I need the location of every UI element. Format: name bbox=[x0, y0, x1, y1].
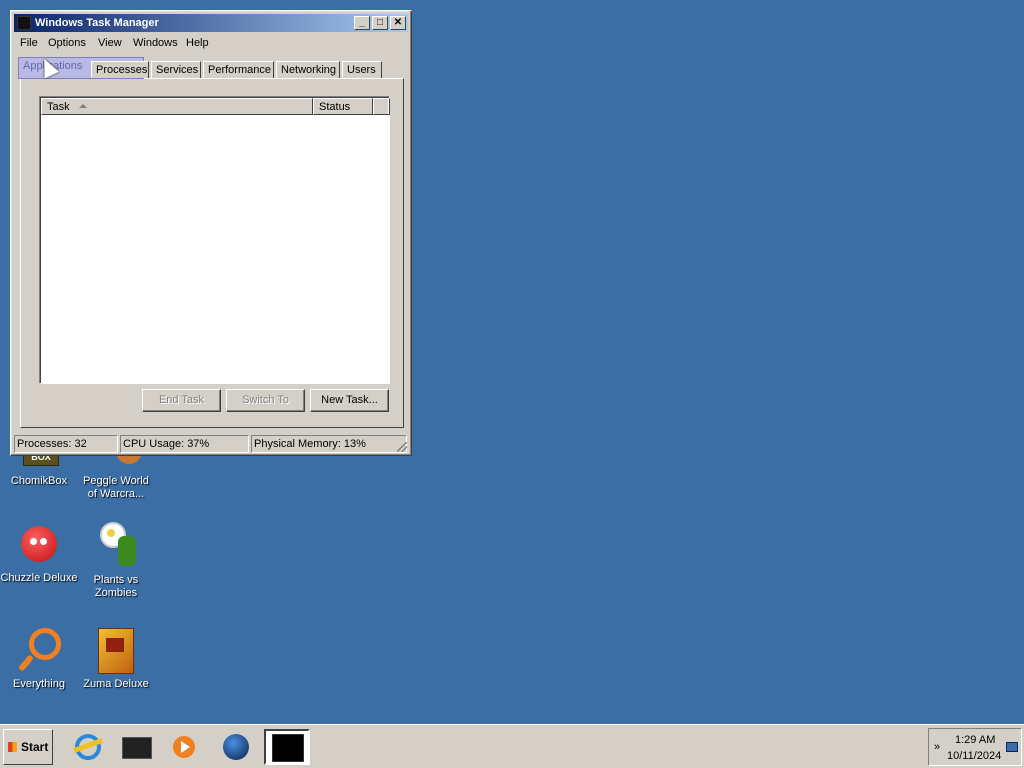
column-label: Task bbox=[47, 101, 70, 113]
menu-view[interactable]: View bbox=[98, 34, 122, 52]
new-task-button[interactable]: New Task... bbox=[310, 389, 389, 412]
switch-to-button[interactable]: Switch To bbox=[226, 389, 305, 412]
tab-users[interactable]: Users bbox=[342, 61, 382, 78]
desktop-icon-everything[interactable]: Everything bbox=[0, 626, 78, 691]
tab-label: Networking bbox=[281, 64, 337, 76]
start-button[interactable]: Start bbox=[3, 729, 53, 765]
everything-search-icon bbox=[17, 626, 61, 674]
desktop-icon-label: Plants vs Zombies bbox=[93, 574, 139, 599]
desktop-icon-plants-vs-zombies[interactable]: Plants vs Zombies bbox=[77, 520, 155, 600]
window-title: Windows Task Manager bbox=[35, 17, 159, 29]
status-processes: Processes: 32 bbox=[14, 435, 118, 453]
desktop-icon-label: ChomikBox bbox=[10, 475, 68, 487]
desktop-icon-label: Chuzzle Deluxe bbox=[0, 572, 78, 584]
status-bar: Processes: 32 CPU Usage: 37% Physical Me… bbox=[14, 435, 408, 453]
title-bar[interactable]: Windows Task Manager _ □ ✕ bbox=[14, 14, 408, 32]
tab-performance[interactable]: Performance bbox=[203, 61, 274, 78]
windows-logo-icon bbox=[8, 742, 17, 752]
minimize-button[interactable]: _ bbox=[354, 16, 370, 30]
clock-date[interactable]: 10/11/2024 bbox=[947, 750, 1001, 762]
column-status[interactable]: Status bbox=[313, 98, 373, 115]
column-task[interactable]: Task bbox=[41, 98, 313, 115]
status-cpu-usage: CPU Usage: 37% bbox=[120, 435, 249, 453]
desktop-icon-zuma[interactable]: Zuma Deluxe bbox=[77, 626, 155, 691]
sort-ascending-icon bbox=[79, 104, 87, 108]
tab-label: Processes bbox=[96, 64, 148, 76]
end-task-button[interactable]: End Task bbox=[142, 389, 221, 412]
internet-explorer-icon[interactable] bbox=[70, 729, 106, 765]
column-filler bbox=[373, 98, 390, 115]
tab-services[interactable]: Services bbox=[151, 61, 201, 78]
tab-networking[interactable]: Networking bbox=[276, 61, 340, 78]
desktop-icon-peggle[interactable]: Peggle World of Warcra... bbox=[77, 450, 155, 501]
clock-time[interactable]: 1:29 AM bbox=[955, 734, 995, 746]
desktop-icon-label: Everything bbox=[13, 678, 65, 690]
show-hidden-icons-icon[interactable]: » bbox=[934, 741, 940, 753]
button-label: New Task... bbox=[321, 394, 378, 406]
menu-windows[interactable]: Windows bbox=[133, 34, 178, 52]
desktop-icon-label: Zuma Deluxe bbox=[83, 678, 149, 690]
button-label: End Task bbox=[158, 394, 205, 406]
status-physical-memory: Physical Memory: 13% bbox=[251, 435, 407, 453]
task-list-header: Task Status bbox=[41, 98, 390, 115]
chomikbox-icon[interactable] bbox=[118, 729, 154, 765]
network-icon[interactable] bbox=[1006, 742, 1018, 752]
tab-label: Performance bbox=[208, 64, 271, 76]
column-label: Status bbox=[319, 101, 351, 113]
media-player-icon[interactable] bbox=[166, 729, 202, 765]
tab-label: Users bbox=[347, 64, 376, 76]
tab-processes[interactable]: Processes bbox=[91, 61, 149, 78]
menu-options[interactable]: Options bbox=[48, 34, 86, 52]
close-button[interactable]: ✕ bbox=[390, 16, 406, 30]
desktop-icon-chuzzle[interactable]: Chuzzle Deluxe bbox=[0, 524, 78, 585]
button-label: Switch To bbox=[242, 394, 289, 406]
chuzzle-icon bbox=[17, 524, 61, 568]
tab-label: Services bbox=[156, 64, 199, 76]
task-list[interactable]: Task Status bbox=[39, 96, 390, 384]
system-tray: » 1:29 AM 10/11/2024 bbox=[928, 728, 1022, 766]
zuma-icon bbox=[94, 626, 138, 674]
resize-grip-icon[interactable] bbox=[397, 442, 407, 452]
task-manager-icon[interactable] bbox=[264, 729, 310, 765]
task-manager-icon bbox=[17, 16, 31, 30]
taskbar: Start » 1:29 AM 10/11/2024 bbox=[0, 724, 1024, 768]
maximize-button[interactable]: □ bbox=[372, 16, 388, 30]
menu-help[interactable]: Help bbox=[186, 34, 209, 52]
desktop-icon-label: Peggle World of Warcra... bbox=[83, 475, 149, 500]
globe-icon[interactable] bbox=[218, 729, 254, 765]
menu-bar: File Options View Windows Help bbox=[14, 34, 408, 52]
plants-vs-zombies-icon bbox=[94, 520, 138, 570]
task-manager-window: Windows Task Manager _ □ ✕ File Options … bbox=[10, 10, 412, 456]
start-label: Start bbox=[21, 740, 49, 754]
menu-file[interactable]: File bbox=[20, 34, 38, 52]
